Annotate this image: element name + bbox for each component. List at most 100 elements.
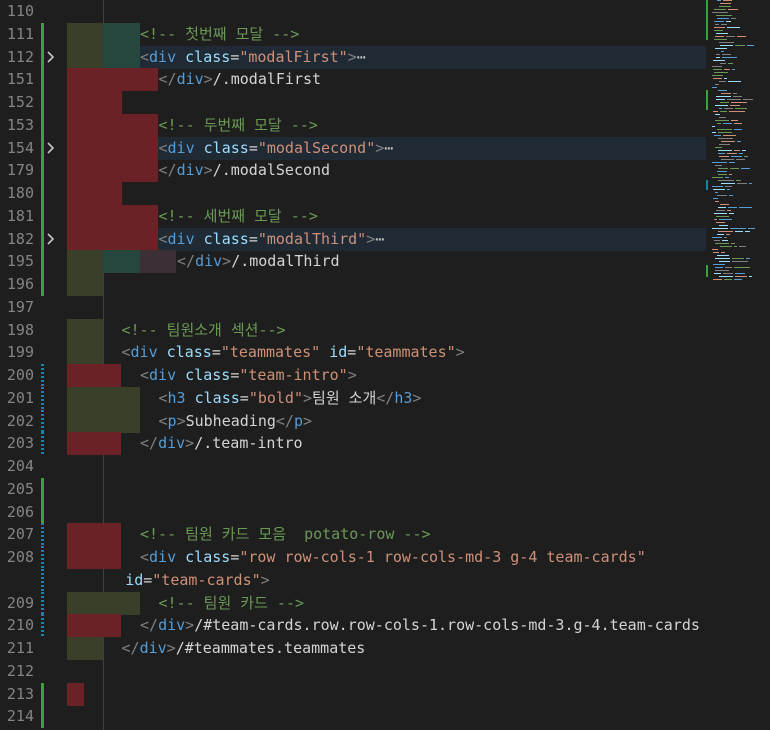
code-line[interactable]: 203 </div>/.team-intro [0,432,706,456]
code-token: > [455,343,465,362]
minimap-line [737,36,746,37]
minimap-line [739,207,752,208]
code-text[interactable]: id="team-cards"> [125,569,270,592]
code-line[interactable]: 112 <div class="modalFirst">⋯ [0,45,706,69]
minimap[interactable] [706,0,770,730]
chevron-right-icon[interactable] [44,49,58,65]
code-line[interactable]: 151 </div>/.modalFirst [0,68,706,92]
minimap-line [743,99,753,100]
minimap-line [720,111,727,112]
code-line[interactable]: 197 [0,296,706,319]
code-editor[interactable]: 110 111 <!-- 첫번째 모달 --> 112 <div class="moda… [0,0,770,730]
code-line[interactable]: 214 [0,705,706,729]
minimap-line [719,42,734,43]
code-line[interactable]: id="team-cards"> [0,568,706,592]
minimap-line [713,252,719,253]
code-line[interactable]: 210 </div>/#team-cards.row.row-cols-1.row… [0,614,706,638]
code-line[interactable]: 182 <div class="modalThird">⋯ [0,227,706,251]
code-text[interactable]: <p>Subheading</p> [159,410,313,433]
minimap-line [713,60,725,61]
code-line[interactable]: 195 </div>/.modalThird [0,250,706,274]
minimap-line [717,0,721,1]
code-token: /.modalFirst [212,70,322,89]
code-token: "teammates" [356,343,456,362]
code-line[interactable]: 208 <div class="row row-cols-1 row-cols-m… [0,546,706,569]
code-line[interactable]: 209 <!-- 팀원 카드 --> [0,591,706,615]
code-token: < [121,343,131,362]
code-token: > [347,366,357,384]
minimap-line [721,24,727,25]
chevron-right-icon[interactable] [44,140,58,156]
code-line[interactable]: 111 <!-- 첫번째 모달 --> [0,22,706,46]
minimap-line [739,153,743,154]
code-text[interactable]: <!-- 팀원 카드 --> [159,592,305,615]
code-text[interactable]: </div>/.modalSecond [159,159,331,182]
code-line[interactable]: 207 <!-- 팀원 카드 모음 potato-row --> [0,523,706,547]
minimap-line [718,231,733,232]
code-text[interactable]: <div class="team-intro"> [140,364,357,387]
minimap-line [734,246,737,247]
minimap-line [714,219,717,220]
code-line[interactable]: 198 <!-- 팀원소개 섹션--> [0,318,706,342]
code-line[interactable]: 201 <h3 class="bold">팀원 소개</h3> [0,386,706,410]
line-number: 110 [6,2,34,20]
minimap-line [726,21,731,22]
line-number: 152 [6,93,34,111]
code-line[interactable]: 153 <!-- 두번째 모달 --> [0,113,706,137]
diff-band [67,250,103,274]
code-text[interactable]: <!-- 팀원소개 섹션--> [122,319,286,342]
code-token: > [185,616,195,635]
code-text[interactable]: <div class="modalThird">⋯ [159,228,385,251]
code-line[interactable]: 212 [0,660,706,683]
code-line[interactable]: 211 </div>/#teammates.teammates [0,637,706,660]
code-text[interactable]: </div>/.team-intro [140,432,303,455]
code-text[interactable]: <!-- 팀원 카드 모음 potato-row --> [140,523,431,546]
code-line[interactable]: 152 [0,91,706,114]
code-line[interactable]: 196 [0,273,706,296]
minimap-line [721,159,734,160]
code-line[interactable]: 202 <p>Subheading</p> [0,409,706,433]
code-token: "modalThird" [257,229,367,248]
minimap-line [719,156,729,157]
minimap-line [716,54,720,55]
diff-band [67,113,158,137]
chevron-right-icon[interactable] [44,231,58,247]
minimap-line [724,279,732,280]
code-text[interactable]: <div class="teammates" id="teammates"> [122,341,465,364]
line-number: 181 [6,206,34,225]
minimap-line [720,246,732,247]
code-line[interactable]: 213 [0,682,706,706]
minimap-line [728,63,733,64]
minimap-line [717,195,727,196]
code-text[interactable]: <!-- 첫번째 모달 --> [140,23,299,46]
code-token: <!-- 두번째 모달 --> [158,115,318,134]
code-line[interactable]: 154 <div class="modalSecond">⋯ [0,136,706,160]
minimap-line [714,135,721,136]
code-line[interactable]: 181 <!-- 세번째 모달 --> [0,204,706,228]
code-text[interactable]: <h3 class="bold">팀원 소개</h3> [159,387,422,410]
code-line[interactable]: 180 [0,182,706,205]
code-token: div [139,639,167,657]
minimap-line [712,75,723,76]
minimap-line [715,114,720,115]
code-text[interactable]: <div class="modalSecond">⋯ [159,137,394,160]
code-line[interactable]: 206 [0,500,706,524]
code-line[interactable]: 205 [0,477,706,501]
code-text[interactable]: </div>/.modalFirst [159,68,322,91]
minimap-line [719,219,732,220]
code-line[interactable]: 204 [0,455,706,478]
code-text[interactable]: </div>/.modalThird [177,250,340,273]
code-text[interactable]: <!-- 세번째 모달 --> [159,205,318,228]
code-line[interactable]: 199 <div class="teammates" id="teammates"… [0,341,706,365]
code-text[interactable]: <div class="row row-cols-1 row-cols-md-3… [140,546,646,569]
code-line[interactable]: 110 [0,0,706,23]
code-text[interactable]: </div>/#teammates.teammates [122,637,366,660]
added-line-marker [41,500,44,524]
code-text[interactable]: <div class="modalFirst">⋯ [140,46,366,69]
minimap-line [715,147,722,148]
code-text[interactable]: <!-- 두번째 모달 --> [159,114,318,137]
code-line[interactable]: 179 </div>/.modalSecond [0,159,706,183]
code-line[interactable]: 200 <div class="team-intro"> [0,364,706,387]
code-text[interactable]: </div>/#team-cards.row.row-cols-1.row-co… [140,614,700,637]
